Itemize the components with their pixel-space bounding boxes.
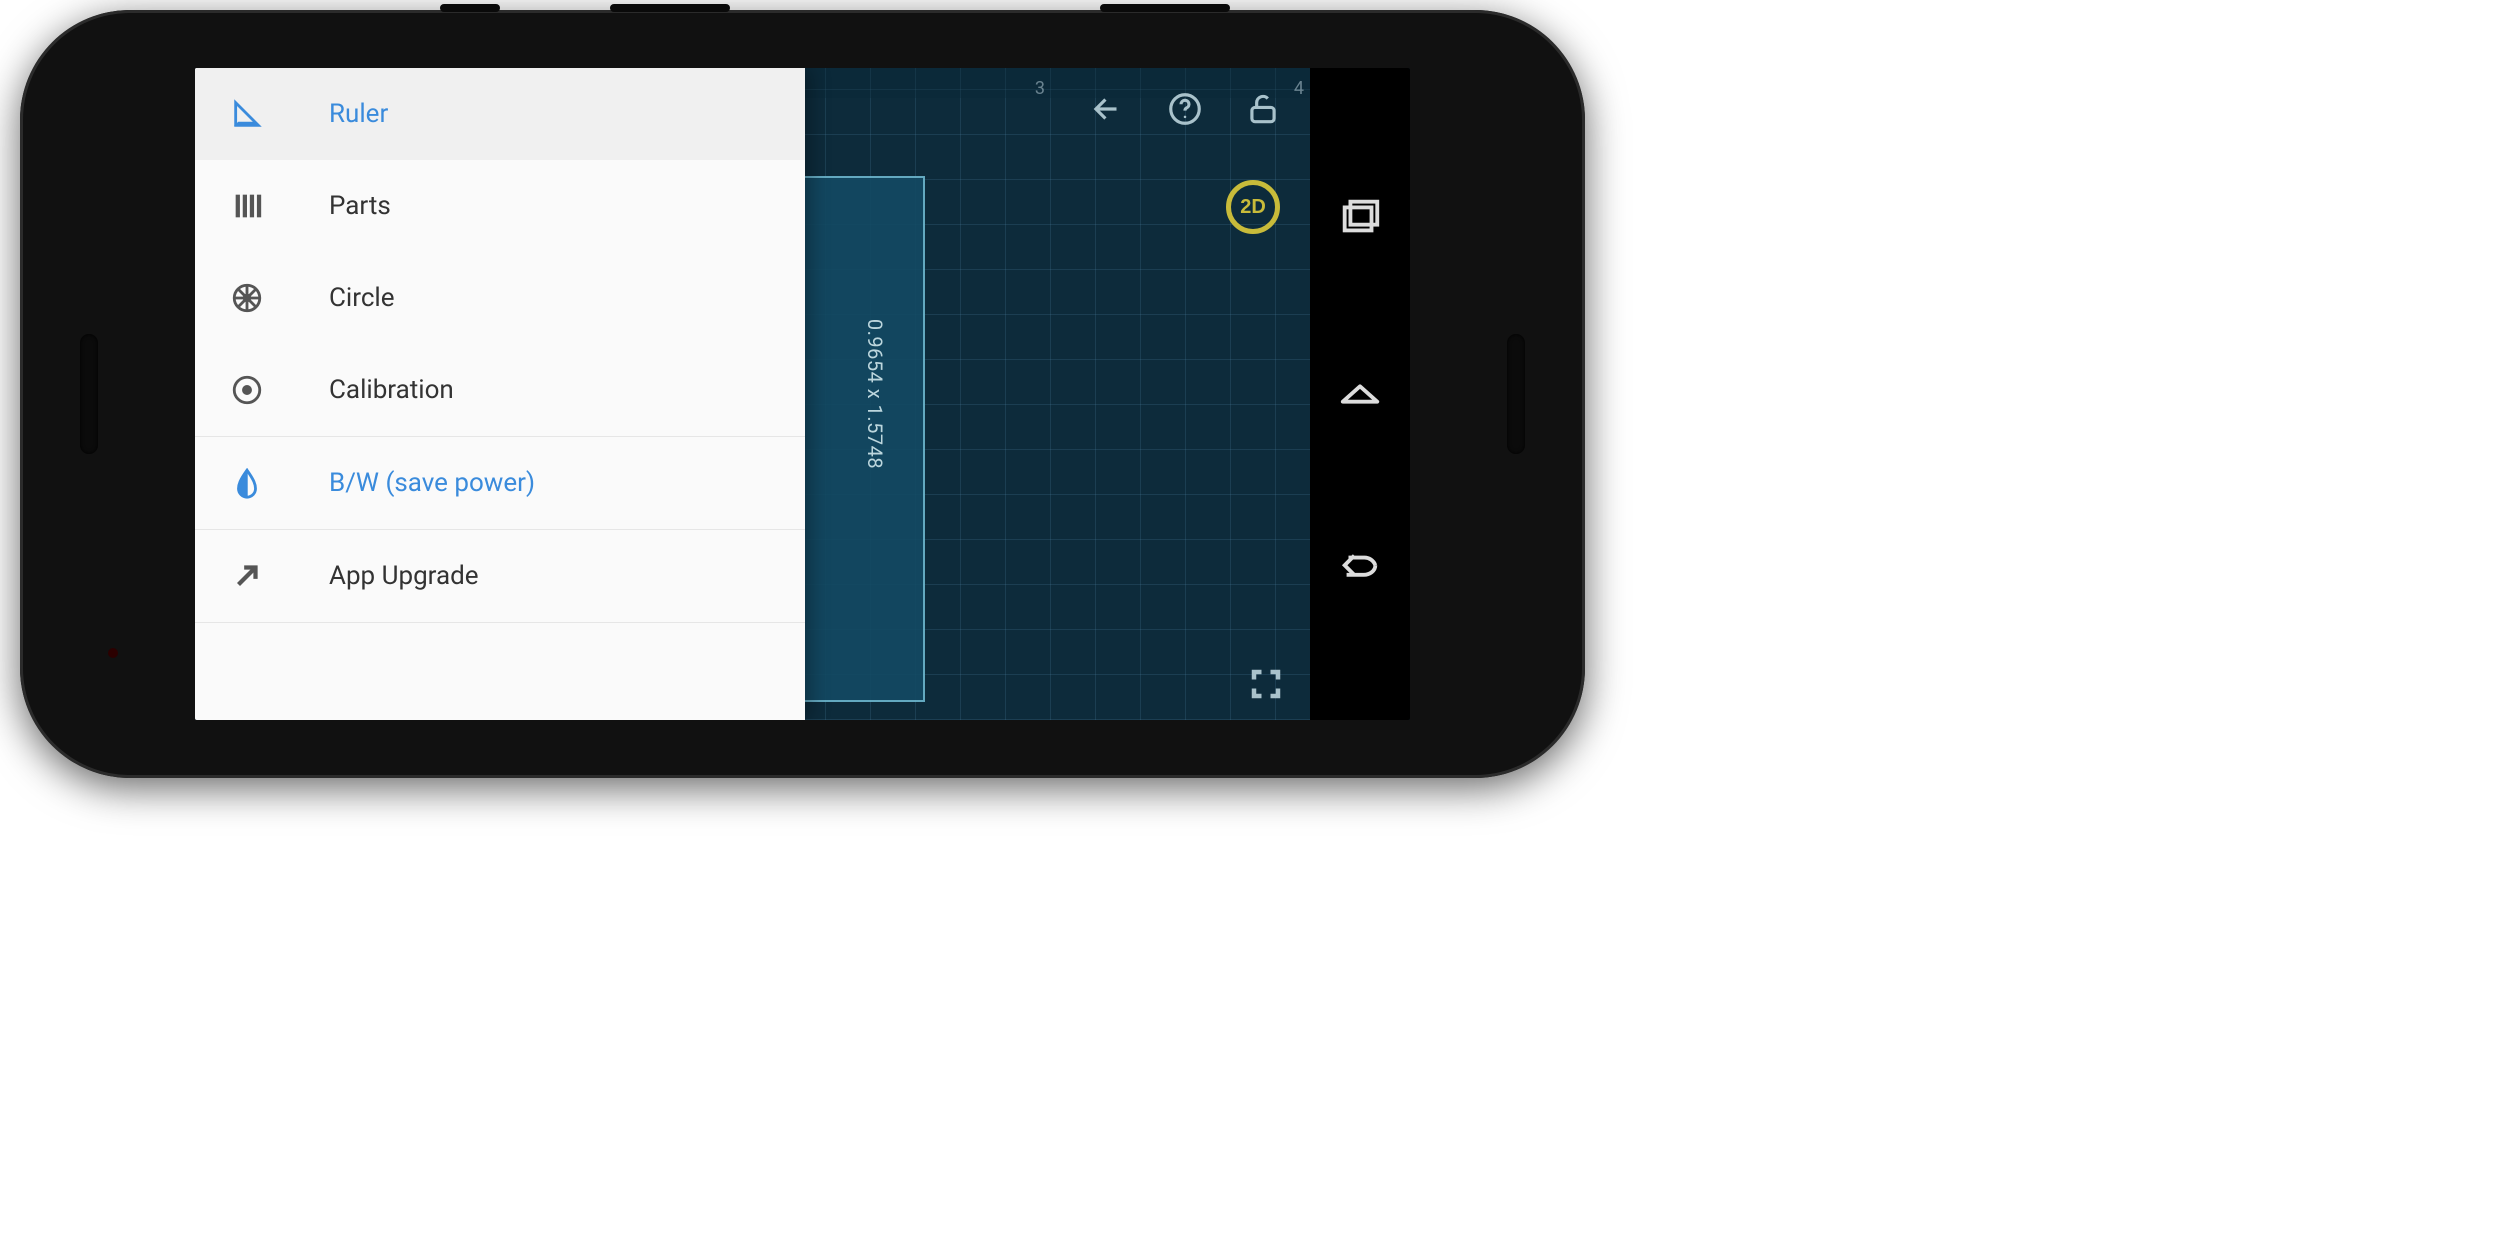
2d-mode-badge[interactable]: 2D: [1226, 180, 1280, 234]
drawer-item-ruler[interactable]: Ruler: [195, 68, 805, 160]
drawer-item-calibration[interactable]: Calibration: [195, 344, 805, 436]
fullscreen-icon[interactable]: [1248, 666, 1284, 706]
ruler-triangle-icon: [229, 96, 265, 132]
navigation-drawer: Ruler Parts Circle: [195, 68, 805, 720]
front-camera: [108, 648, 118, 658]
drawer-item-parts[interactable]: Parts: [195, 160, 805, 252]
drawer-item-label: App Upgrade: [329, 561, 479, 591]
ruler-tick-label: 3: [1035, 78, 1045, 99]
drop-icon: [229, 465, 265, 501]
wheel-icon: [229, 280, 265, 316]
recent-apps-button[interactable]: [1333, 190, 1387, 244]
ruler-tick-label: 4: [1294, 78, 1304, 99]
back-button[interactable]: [1333, 544, 1387, 598]
help-icon[interactable]: [1164, 88, 1206, 130]
drawer-item-bw[interactable]: B/W (save power): [195, 437, 805, 529]
drawer-item-circle[interactable]: Circle: [195, 252, 805, 344]
phone-edge-button: [1100, 4, 1230, 12]
screen: 3 4 0.9654 x 1.5748 2D: [195, 68, 1410, 720]
toolbar: [1086, 88, 1284, 130]
drawer-item-label: B/W (save power): [329, 468, 535, 498]
drawer-item-label: Parts: [329, 191, 391, 221]
android-navbar: [1310, 68, 1410, 720]
speaker-grille: [80, 334, 98, 454]
drawer-item-upgrade[interactable]: App Upgrade: [195, 530, 805, 622]
arrow-upright-icon: [229, 558, 265, 594]
phone-edge-button: [610, 4, 730, 12]
drawer-item-label: Ruler: [329, 99, 388, 129]
phone-edge-button: [440, 4, 500, 12]
speaker-grille: [1507, 334, 1525, 454]
home-button[interactable]: [1333, 367, 1387, 421]
back-arrow-icon[interactable]: [1086, 88, 1128, 130]
badge-label: 2D: [1240, 196, 1266, 219]
phone-frame: 3 4 0.9654 x 1.5748 2D: [20, 10, 1585, 778]
lock-open-icon[interactable]: [1242, 88, 1284, 130]
drawer-item-label: Circle: [329, 283, 395, 313]
parts-icon: [229, 188, 265, 224]
drawer-item-label: Calibration: [329, 375, 454, 405]
app-canvas[interactable]: 3 4 0.9654 x 1.5748 2D: [195, 68, 1310, 720]
target-icon: [229, 372, 265, 408]
measurement-label: 0.9654 x 1.5748: [863, 319, 887, 469]
